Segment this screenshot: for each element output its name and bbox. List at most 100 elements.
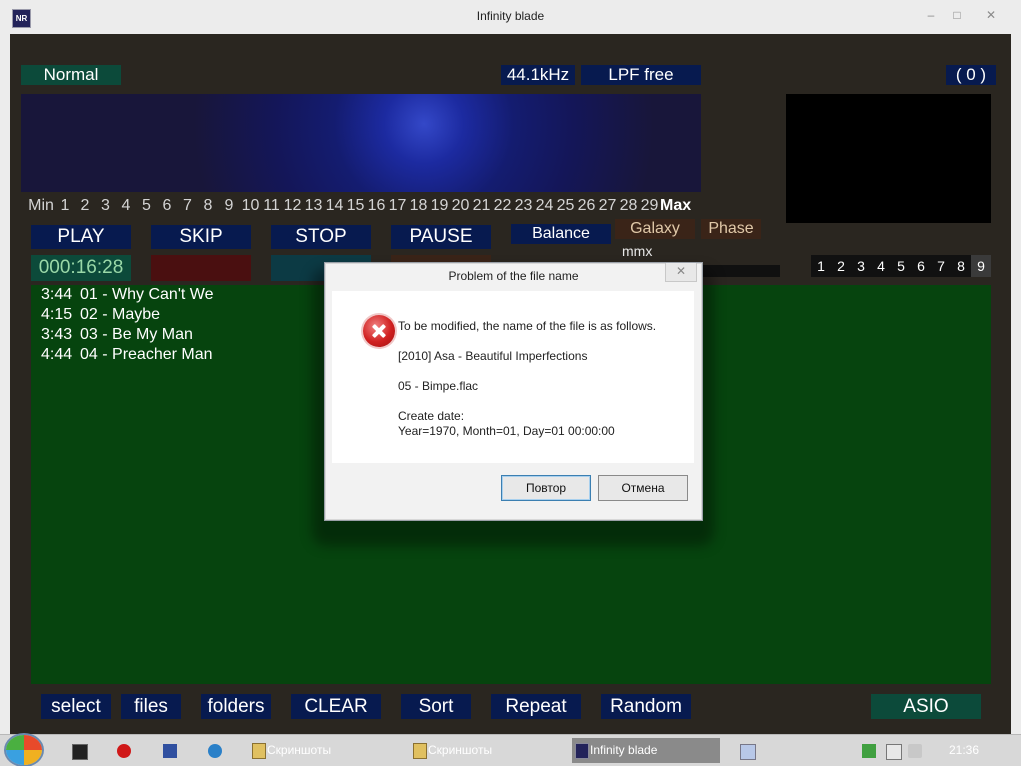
eq-scale-label[interactable]: 4 bbox=[116, 196, 136, 216]
track-title: 04 - Preacher Man bbox=[80, 346, 213, 363]
preset-button[interactable]: 8 bbox=[951, 255, 971, 277]
dialog-title: Problem of the file name bbox=[448, 269, 579, 283]
preset-button[interactable]: 6 bbox=[911, 255, 931, 277]
eq-scale-label[interactable]: 17 bbox=[387, 196, 408, 216]
stop-button[interactable]: STOP bbox=[271, 225, 371, 249]
eq-scale-label[interactable]: 11 bbox=[261, 196, 282, 216]
eq-scale-label[interactable]: 7 bbox=[177, 196, 198, 216]
eq-scale-label[interactable]: 19 bbox=[429, 196, 450, 216]
task-label: Скриншоты bbox=[267, 743, 332, 757]
asio-button[interactable]: ASIO bbox=[871, 694, 981, 719]
dialog-message-2: [2010] Asa - Beautiful Imperfections bbox=[398, 349, 588, 363]
playlist-row[interactable]: 3:43 03 - Be My Man bbox=[31, 325, 213, 345]
balance-button[interactable]: Balance bbox=[511, 224, 611, 244]
dialog-close-button[interactable]: ✕ bbox=[665, 263, 697, 282]
spectrum-visualizer bbox=[21, 94, 701, 192]
eq-scale-label[interactable]: 8 bbox=[198, 196, 218, 216]
filter-label[interactable]: LPF free bbox=[581, 65, 701, 85]
galaxy-button[interactable]: Galaxy bbox=[615, 219, 695, 239]
close-button[interactable]: ✕ bbox=[978, 6, 1004, 24]
volume-icon[interactable] bbox=[908, 744, 922, 758]
taskbar-item-screenshots-1[interactable]: Скриншоты bbox=[249, 738, 397, 763]
eq-scale-label[interactable]: 14 bbox=[324, 196, 345, 216]
eq-scale-label[interactable]: 13 bbox=[303, 196, 324, 216]
eq-scale-label[interactable]: 9 bbox=[218, 196, 240, 216]
taskbar-item-screenshots-2[interactable]: Скриншоты bbox=[410, 738, 558, 763]
eq-scale-label[interactable]: 12 bbox=[282, 196, 303, 216]
video-display bbox=[786, 94, 991, 223]
playlist-row[interactable]: 4:44 04 - Preacher Man bbox=[31, 345, 213, 365]
skip-button[interactable]: SKIP bbox=[151, 225, 251, 249]
mmx-label[interactable]: mmx ++ bbox=[622, 242, 672, 277]
eq-scale-label[interactable]: Min bbox=[27, 196, 55, 216]
play-button[interactable]: PLAY bbox=[31, 225, 131, 249]
eq-scale-label[interactable]: 23 bbox=[513, 196, 534, 216]
taskbar-item-infinity-blade[interactable]: Infinity blade bbox=[572, 738, 720, 763]
preset-button[interactable]: 1 bbox=[811, 255, 831, 277]
eq-scale-label[interactable]: 21 bbox=[471, 196, 492, 216]
folder-icon bbox=[252, 743, 266, 759]
eq-scale-label[interactable]: 2 bbox=[75, 196, 95, 216]
eq-scale-label[interactable]: 22 bbox=[492, 196, 513, 216]
clear-button[interactable]: CLEAR bbox=[291, 694, 381, 719]
sort-button[interactable]: Sort bbox=[401, 694, 471, 719]
select-button[interactable]: select bbox=[41, 694, 111, 719]
eq-scale-label[interactable]: 15 bbox=[345, 196, 366, 216]
task-label: Infinity blade bbox=[590, 743, 658, 757]
track-duration: 4:15 bbox=[41, 306, 73, 323]
battery-icon[interactable] bbox=[886, 744, 902, 760]
eq-scale-label[interactable]: 16 bbox=[366, 196, 387, 216]
eq-scale-label[interactable]: 29 bbox=[639, 196, 660, 216]
phase-button[interactable]: Phase bbox=[701, 219, 761, 239]
eq-scale-label[interactable]: 25 bbox=[555, 196, 576, 216]
preset-button[interactable]: 3 bbox=[851, 255, 871, 277]
app-window-icon[interactable] bbox=[740, 744, 756, 760]
preset-button[interactable]: 9 bbox=[971, 255, 991, 277]
cancel-button[interactable]: Отмена bbox=[598, 475, 688, 501]
window-frame-left bbox=[0, 34, 10, 734]
minimize-button[interactable]: – bbox=[918, 6, 944, 24]
action-center-icon[interactable] bbox=[862, 744, 876, 758]
start-button[interactable] bbox=[6, 735, 42, 765]
messenger-icon[interactable] bbox=[208, 744, 222, 758]
preset-button[interactable]: 5 bbox=[891, 255, 911, 277]
opera-icon[interactable] bbox=[117, 744, 131, 758]
preset-button[interactable]: 7 bbox=[931, 255, 951, 277]
eq-scale-label[interactable]: 27 bbox=[597, 196, 618, 216]
eq-scale-label[interactable]: 1 bbox=[55, 196, 75, 216]
red-indicator bbox=[151, 255, 251, 281]
playlist-row[interactable]: 4:15 02 - Maybe bbox=[31, 305, 213, 325]
save-icon[interactable] bbox=[163, 744, 177, 758]
eq-scale-label[interactable]: Max bbox=[660, 196, 691, 216]
playlist-row[interactable]: 3:44 01 - Why Can't We bbox=[31, 285, 213, 305]
task-label: Скриншоты bbox=[428, 743, 493, 757]
clock[interactable]: 21:36 bbox=[944, 740, 984, 760]
pause-button[interactable]: PAUSE bbox=[391, 225, 491, 249]
eq-scale[interactable]: Min 1 2 3 4 5 6 7 8 9 10 11 12 13 14 15 16 17 18 19 20 21 22 23… bbox=[27, 196, 691, 216]
maximize-button[interactable]: □ bbox=[944, 6, 970, 24]
eq-scale-label[interactable]: 24 bbox=[534, 196, 555, 216]
random-button[interactable]: Random bbox=[601, 694, 691, 719]
track-title: 03 - Be My Man bbox=[80, 326, 193, 343]
console-icon[interactable] bbox=[72, 744, 88, 760]
preset-selector[interactable]: 123456789 bbox=[811, 255, 991, 277]
error-icon bbox=[363, 315, 395, 347]
eq-scale-label[interactable]: 20 bbox=[450, 196, 471, 216]
eq-scale-label[interactable]: 5 bbox=[136, 196, 157, 216]
eq-scale-label[interactable]: 10 bbox=[240, 196, 261, 216]
eq-scale-label[interactable]: 28 bbox=[618, 196, 639, 216]
folders-button[interactable]: folders bbox=[201, 694, 271, 719]
retry-button[interactable]: Повтор bbox=[501, 475, 591, 501]
dialog-message-3: 05 - Bimpe.flac bbox=[398, 379, 479, 393]
eq-scale-label[interactable]: 3 bbox=[95, 196, 116, 216]
eq-scale-label[interactable]: 18 bbox=[408, 196, 429, 216]
window-title: Infinity blade bbox=[476, 9, 545, 23]
eq-scale-label[interactable]: 26 bbox=[576, 196, 597, 216]
track-title: 01 - Why Can't We bbox=[80, 286, 214, 303]
repeat-button[interactable]: Repeat bbox=[491, 694, 581, 719]
eq-scale-label[interactable]: 6 bbox=[157, 196, 177, 216]
preset-button[interactable]: 4 bbox=[871, 255, 891, 277]
mode-label[interactable]: Normal bbox=[21, 65, 121, 85]
preset-button[interactable]: 2 bbox=[831, 255, 851, 277]
files-button[interactable]: files bbox=[121, 694, 181, 719]
